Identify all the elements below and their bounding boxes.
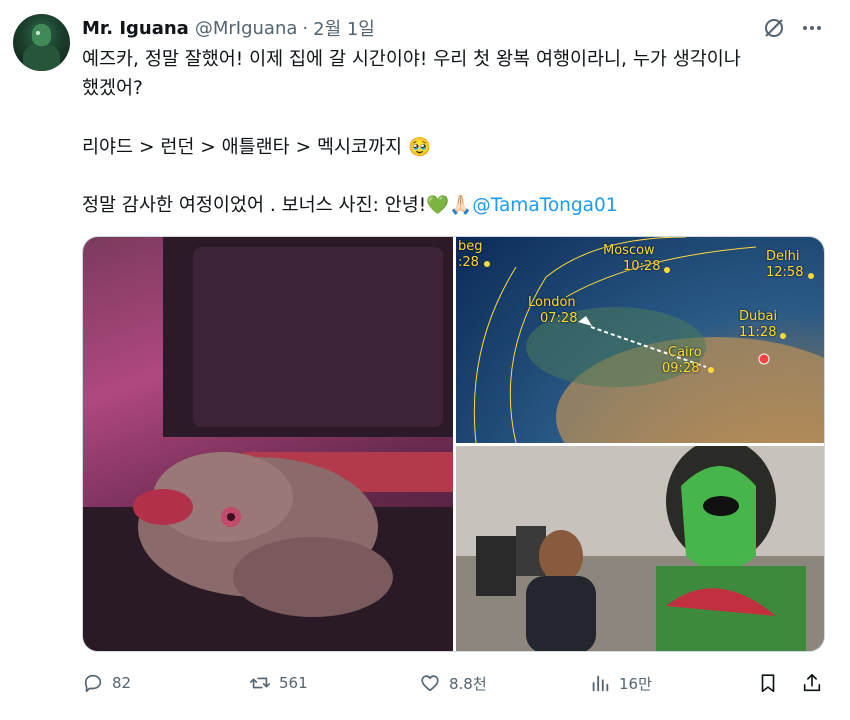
bookmark-button[interactable] <box>757 672 787 694</box>
mention-link[interactable]: @TamaTonga01 <box>472 195 617 216</box>
tweet-header: Mr. Iguana @MrIguana · 2월 1일 <box>82 15 375 41</box>
like-count: 8.8천 <box>449 674 487 693</box>
more-icon[interactable] <box>800 16 824 40</box>
like-button[interactable]: 8.8천 <box>419 672 487 694</box>
avatar[interactable] <box>13 14 70 71</box>
map-label: Moscow 10:28 <box>603 243 661 274</box>
share-icon <box>803 673 821 692</box>
tweet-text-line-1: 예즈카, 정말 잘했어! 이제 집에 갈 시간이야! 우리 첫 왕복 여행이라니… <box>82 49 741 70</box>
author-handle[interactable]: @MrIguana <box>195 18 298 39</box>
map-label: Dubai 11:28 <box>739 309 778 340</box>
bookmark-icon <box>761 674 775 693</box>
like-icon <box>421 675 439 692</box>
reply-button[interactable]: 82 <box>82 672 131 694</box>
photo-flight-map[interactable]: beg:28 Moscow 10:28 Delhi 12:58 London 07:2… <box>456 237 824 443</box>
retweet-button[interactable]: 561 <box>249 672 308 694</box>
separator: · <box>302 17 309 39</box>
tweet-text-line-4-body: 정말 감사한 여정이었어 . 보너스 사진: 안녕!💚🙏🏻 <box>82 195 473 216</box>
views-button[interactable]: 16만 <box>589 672 652 694</box>
tweet[interactable]: Mr. Iguana @MrIguana · 2월 1일 예즈카, 정말 잘했어… <box>0 0 850 720</box>
views-count: 16만 <box>619 674 652 693</box>
grok-icon[interactable] <box>762 16 786 40</box>
tweet-date[interactable]: 2월 1일 <box>313 15 375 41</box>
action-bar: 82 561 8.8천 16만 <box>0 672 850 700</box>
map-label: beg:28 <box>458 239 483 270</box>
map-label: Delhi 12:58 <box>766 249 804 280</box>
tweet-text-line-3: 리야드 > 런던 > 애틀랜타 > 멕시코까지 🥹 <box>82 137 431 158</box>
photo-iguana-plush[interactable] <box>83 237 453 651</box>
views-icon <box>592 675 609 692</box>
photo-backstage[interactable] <box>456 446 824 651</box>
share-button[interactable] <box>801 672 831 694</box>
media-grid: beg:28 Moscow 10:28 Delhi 12:58 London 07:2… <box>82 236 825 652</box>
reply-count: 82 <box>112 674 132 692</box>
tweet-text-line-4: 정말 감사한 여정이었어 . 보너스 사진: 안녕!💚🙏🏻@TamaTonga0… <box>82 191 822 220</box>
retweet-icon <box>250 677 270 689</box>
map-label: Cairo 09:28 <box>662 345 702 376</box>
map-label: London 07:28 <box>528 295 578 326</box>
reply-icon <box>84 674 102 693</box>
retweet-count: 561 <box>279 674 308 692</box>
author-name[interactable]: Mr. Iguana <box>82 18 189 39</box>
tweet-text-line-2: 했겠어? <box>82 78 143 99</box>
